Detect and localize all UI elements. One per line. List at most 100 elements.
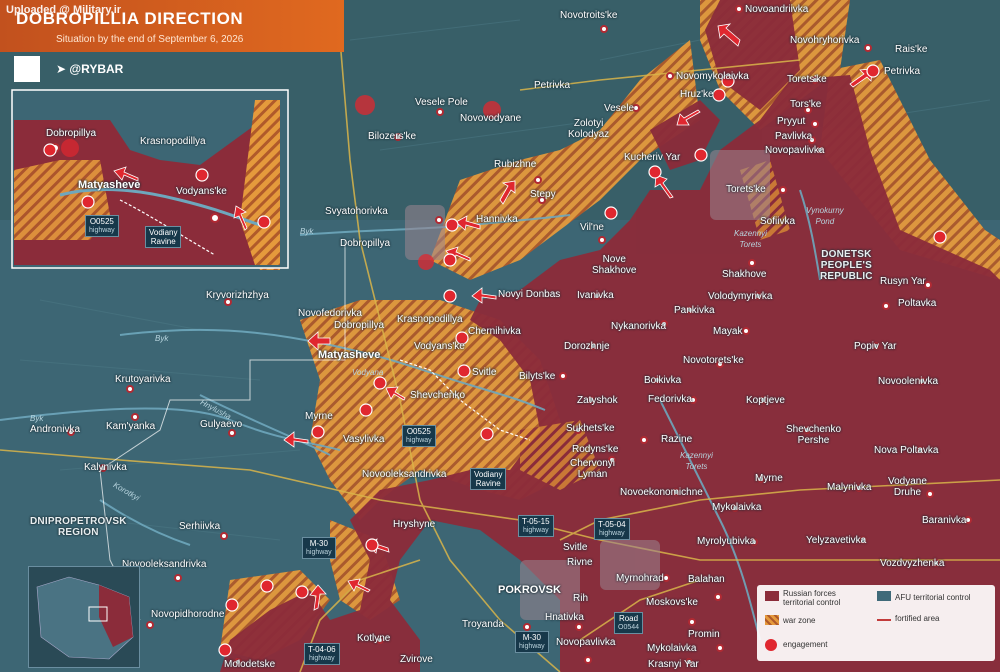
highway-tag: M-30 highway [302, 537, 336, 559]
settlement-label: Andronivka [30, 424, 81, 435]
settlement-label: Chernihivka [468, 326, 521, 337]
inset-label-krasnopodillya: Krasnopodillya [140, 136, 206, 147]
highway-code: Road [618, 614, 639, 623]
title-banner: Uploaded @ Military.ir DOBROPILLIA DIREC… [0, 0, 344, 52]
settlement-label: Petrivka [534, 80, 571, 91]
settlement-label: Rais'ke [895, 44, 928, 55]
legend-afu-label: AFU territorial control [895, 593, 971, 602]
settlement-label: Hannivka [476, 214, 518, 225]
highway-tag: Road O0544 [614, 612, 644, 634]
river-label: Kazennyi Torets [680, 451, 713, 471]
settlement-label: Novovodyane [460, 113, 522, 124]
settlement-label: Razine [661, 434, 693, 445]
river-label: Kazennyi Torets [734, 229, 767, 249]
highway-tag: M-30 highway [515, 631, 549, 653]
inset-label-matyasheve: Matyasheve [78, 179, 141, 191]
settlement-label: Vesele Pole [415, 97, 468, 108]
legend-fortified-label: fortified area [895, 614, 940, 623]
settlement-label: Kryvorizhzhya [206, 290, 269, 301]
legend-russian-swatch [765, 591, 779, 601]
settlement-label: Hryshyne [393, 519, 436, 530]
river-label: Byk [30, 414, 44, 423]
qr-code-icon [14, 56, 40, 82]
settlement-label: Petrivka [884, 66, 921, 77]
highway-code: T-05-04 [598, 520, 626, 529]
ravine-label: Vodiany Ravine [470, 468, 507, 490]
settlement-label: Krutoyarivka [115, 374, 171, 385]
map-title: DOBROPILLIA DIRECTION [16, 9, 244, 28]
settlement-label: Shakhove [722, 269, 767, 280]
settlement-label: Ivanivka [577, 290, 614, 301]
settlement-label: Promin [688, 629, 720, 640]
settlement-label-city: POKROVSK [498, 584, 561, 596]
highway-tag: T-05-15 highway [518, 515, 554, 537]
settlement-label: Vodyans'ke [414, 341, 465, 352]
settlement-label: Zatyshok [577, 395, 618, 406]
highway-kind: highway [306, 549, 332, 556]
legend-russian-label: Russian forces territorial control [783, 589, 841, 607]
settlement-label: Myrnohrad [616, 573, 664, 584]
settlement-label: Vozdvyzhenka [880, 558, 945, 569]
highway-kind: O0544 [618, 624, 640, 631]
settlement-label: Novohryhorivka [790, 35, 860, 46]
settlement-label: Stepy [530, 189, 556, 200]
settlement-label: Hruz'ke [680, 89, 714, 100]
settlement-label: Rusyn Yar [880, 276, 926, 287]
highway-kind: highway [308, 655, 335, 662]
inset-label-vodyanske: Vodyans'ke [176, 186, 227, 197]
settlement-label: Vesele [604, 103, 635, 114]
settlement-label: Torets'ke [787, 74, 827, 85]
settlement-label: Pavlivka [775, 131, 813, 142]
settlement-label: Tors'ke [790, 99, 822, 110]
highway-code: M-30 [522, 633, 541, 642]
highway-tag: O0525 highway [402, 425, 436, 447]
region-dnipropetrovsk: DNIPROPETROVSK REGION [30, 516, 127, 538]
settlement-label: Krasnopodillya [397, 314, 463, 325]
settlement-label: Zolotyi Kolodyaz [568, 118, 610, 140]
legend-war-zone-swatch [765, 615, 779, 625]
settlement-label: Dobropillya [334, 320, 385, 331]
settlement-label: Novopavlivka [556, 637, 616, 648]
highway-kind: highway [522, 527, 549, 534]
settlement-label: Novotroits'ke [560, 10, 618, 21]
settlement-label: Myrne [755, 473, 783, 484]
river-label: Vodyana [352, 368, 384, 377]
legend-fortified-swatch [877, 619, 891, 621]
settlement-label: Vil'ne [580, 222, 604, 233]
settlement-label: Bilozers'ke [368, 131, 417, 142]
settlement-label: Svitle [563, 542, 588, 553]
settlement-label: Nove Shakhove [592, 254, 637, 276]
settlement-label: Novyi Donbas [498, 289, 561, 300]
settlement-label: Kalynivka [84, 462, 127, 473]
settlement-label: Matyasheve [318, 349, 381, 361]
settlement-label: Novomykolaivka [676, 71, 749, 82]
settlement-label: Nova Poltavka [874, 445, 939, 456]
highway-tag: T-05-04 highway [594, 518, 630, 540]
map-subtitle: Situation by the end of September 6, 202… [56, 34, 244, 45]
settlement-label: Novoolenivka [878, 376, 939, 387]
settlement-label: Pryyut [777, 116, 806, 127]
settlement-label: Svyatohorivka [325, 206, 388, 217]
legend-engagement-swatch [765, 639, 777, 651]
settlement-label: Fedorivka [648, 394, 692, 405]
brand-text: @RYBAR [69, 62, 124, 76]
legend-engagement-label: engagement [783, 640, 828, 649]
settlement-label: Sofiivka [760, 216, 796, 227]
highway-code: M-30 [309, 539, 328, 548]
settlement-label: Novopidhorodne [151, 609, 225, 620]
settlement-label: Dobropillya [340, 238, 391, 249]
settlement-label: Hnativka [545, 612, 584, 623]
minimap-svg [36, 576, 134, 660]
settlement-label: Rih [573, 593, 589, 604]
telegram-icon: ➤ [56, 62, 70, 76]
highway-kind: highway [519, 643, 545, 650]
settlement-label: Rubizhne [494, 159, 537, 170]
highway-code: O0525 [406, 427, 431, 436]
river-label: Byk [300, 227, 314, 236]
region-donetsk: DONETSK PEOPLE'S REPUBLIC [820, 249, 873, 282]
settlement-label: Volodymyrivka [708, 291, 773, 302]
settlement-label: Balahan [688, 574, 725, 585]
settlement-label: Boikivka [644, 375, 682, 386]
settlement-label: Popiv Yar [854, 341, 897, 352]
settlement-label: Serhiivka [179, 521, 221, 532]
